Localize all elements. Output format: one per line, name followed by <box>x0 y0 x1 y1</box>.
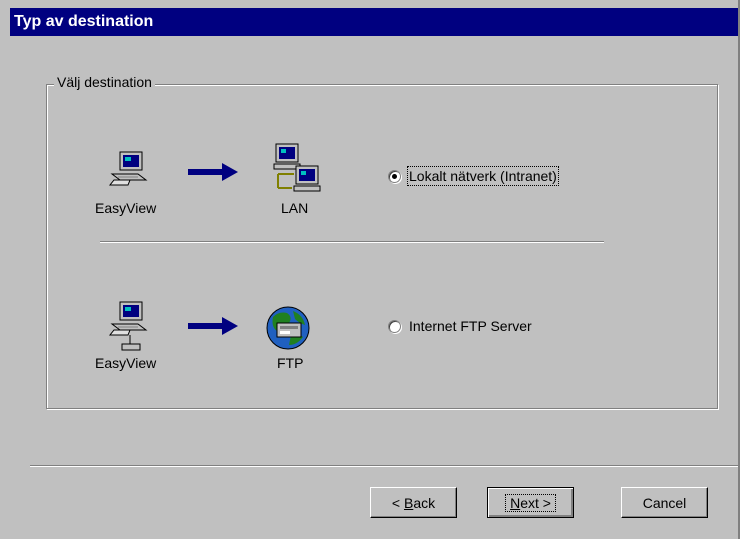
computer-icon <box>108 151 148 186</box>
radio-local-network[interactable]: Lokalt nätverk (Intranet) <box>388 166 559 186</box>
next-button-focus: Next > <box>505 493 556 512</box>
radio-label-internet-ftp: Internet FTP Server <box>409 318 532 334</box>
source-label-ftp: EasyView <box>95 355 157 371</box>
source-label-lan: EasyView <box>95 200 157 216</box>
network-computers-icon <box>273 143 321 192</box>
arrow-right-icon <box>188 317 238 335</box>
radio-button-local-network[interactable] <box>388 169 401 183</box>
radio-label-local-network: Lokalt nätverk (Intranet) <box>407 166 559 186</box>
next-button-mnemonic: N <box>510 494 521 511</box>
back-button[interactable]: < Back <box>370 487 457 518</box>
groupbox-label: Välj destination <box>54 74 155 90</box>
back-button-label: ack <box>413 494 436 511</box>
arrow-right-icon <box>188 163 238 181</box>
radio-button-internet-ftp[interactable] <box>388 319 401 333</box>
dialog-title: Typ av destination <box>10 8 738 36</box>
footer-separator <box>30 465 738 467</box>
options-separator <box>100 241 604 243</box>
wizard-dialog: Typ av destination Välj destination Easy… <box>0 0 740 539</box>
globe-ftp-icon <box>266 306 310 350</box>
next-button[interactable]: Next > <box>487 487 574 518</box>
back-button-prefix: < <box>391 494 404 511</box>
cancel-button[interactable]: Cancel <box>621 487 708 518</box>
radio-internet-ftp[interactable]: Internet FTP Server <box>388 318 532 334</box>
target-label-ftp: FTP <box>277 355 304 371</box>
back-button-mnemonic: B <box>403 494 414 511</box>
computer-icon <box>108 301 148 351</box>
next-button-label: ext > <box>520 494 551 511</box>
target-label-lan: LAN <box>281 200 309 216</box>
